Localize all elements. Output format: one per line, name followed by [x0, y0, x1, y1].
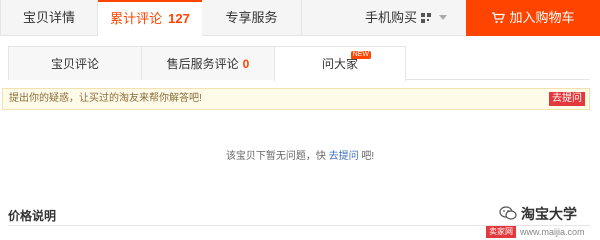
qr-code-icon	[421, 13, 432, 23]
watermark-url: www.maijia.com	[520, 227, 585, 237]
top-tab-bar: 宝贝详情 累计评论 127 专享服务 手机购买 加入购物车	[0, 0, 600, 37]
tab-item-details-label: 宝贝详情	[22, 10, 75, 25]
tab-item-reviews-label: 宝贝评论	[50, 57, 99, 71]
empty-state-prefix: 该宝贝下暂无问题，快	[225, 151, 329, 162]
watermark-name: 淘宝大学	[521, 206, 577, 222]
add-to-cart-button[interactable]: 加入购物车	[466, 0, 600, 36]
tab-item-reviews[interactable]: 宝贝评论	[8, 46, 142, 80]
add-to-cart-label: 加入购物车	[509, 10, 575, 25]
cart-icon	[492, 12, 506, 24]
tab-after-sales-label: 售后服务评论	[166, 57, 239, 71]
new-badge: NEW	[350, 51, 371, 59]
tab-exclusive-service-label: 专享服务	[225, 10, 278, 25]
tab-reviews-label: 累计评论	[110, 11, 163, 26]
tab-reviews[interactable]: 累计评论 127	[98, 0, 202, 37]
ask-question-notice: 提出你的疑惑，让买过的淘友来帮你解答吧! 去提问	[2, 88, 590, 110]
wechat-icon	[499, 206, 517, 220]
empty-state-suffix: 吧!	[358, 151, 375, 162]
mobile-buy-label: 手机购买	[365, 10, 418, 25]
tab-item-details[interactable]: 宝贝详情	[0, 0, 98, 36]
review-sub-tabs: 宝贝评论 售后服务评论 0 问大家 NEW	[8, 46, 590, 81]
ask-question-button[interactable]: 去提问	[549, 92, 585, 106]
tab-ask-everyone[interactable]: 问大家 NEW	[274, 46, 406, 81]
after-sales-count: 0	[242, 57, 250, 71]
tab-after-sales-reviews[interactable]: 售后服务评论 0	[141, 46, 275, 80]
ask-question-link[interactable]: 去提问	[329, 151, 359, 162]
watermark-badge: 卖家网	[486, 226, 516, 238]
reviews-count: 127	[168, 11, 190, 26]
chevron-down-icon	[439, 15, 448, 20]
notice-text: 提出你的疑惑，让买过的淘友来帮你解答吧!	[9, 93, 202, 104]
mobile-buy-dropdown[interactable]: 手机购买	[365, 0, 461, 36]
tab-ask-everyone-label: 问大家	[321, 57, 358, 71]
tab-exclusive-service[interactable]: 专享服务	[202, 0, 302, 36]
empty-state-message: 该宝贝下暂无问题，快 去提问 吧!	[0, 147, 600, 162]
price-description-title: 价格说明	[8, 209, 57, 223]
